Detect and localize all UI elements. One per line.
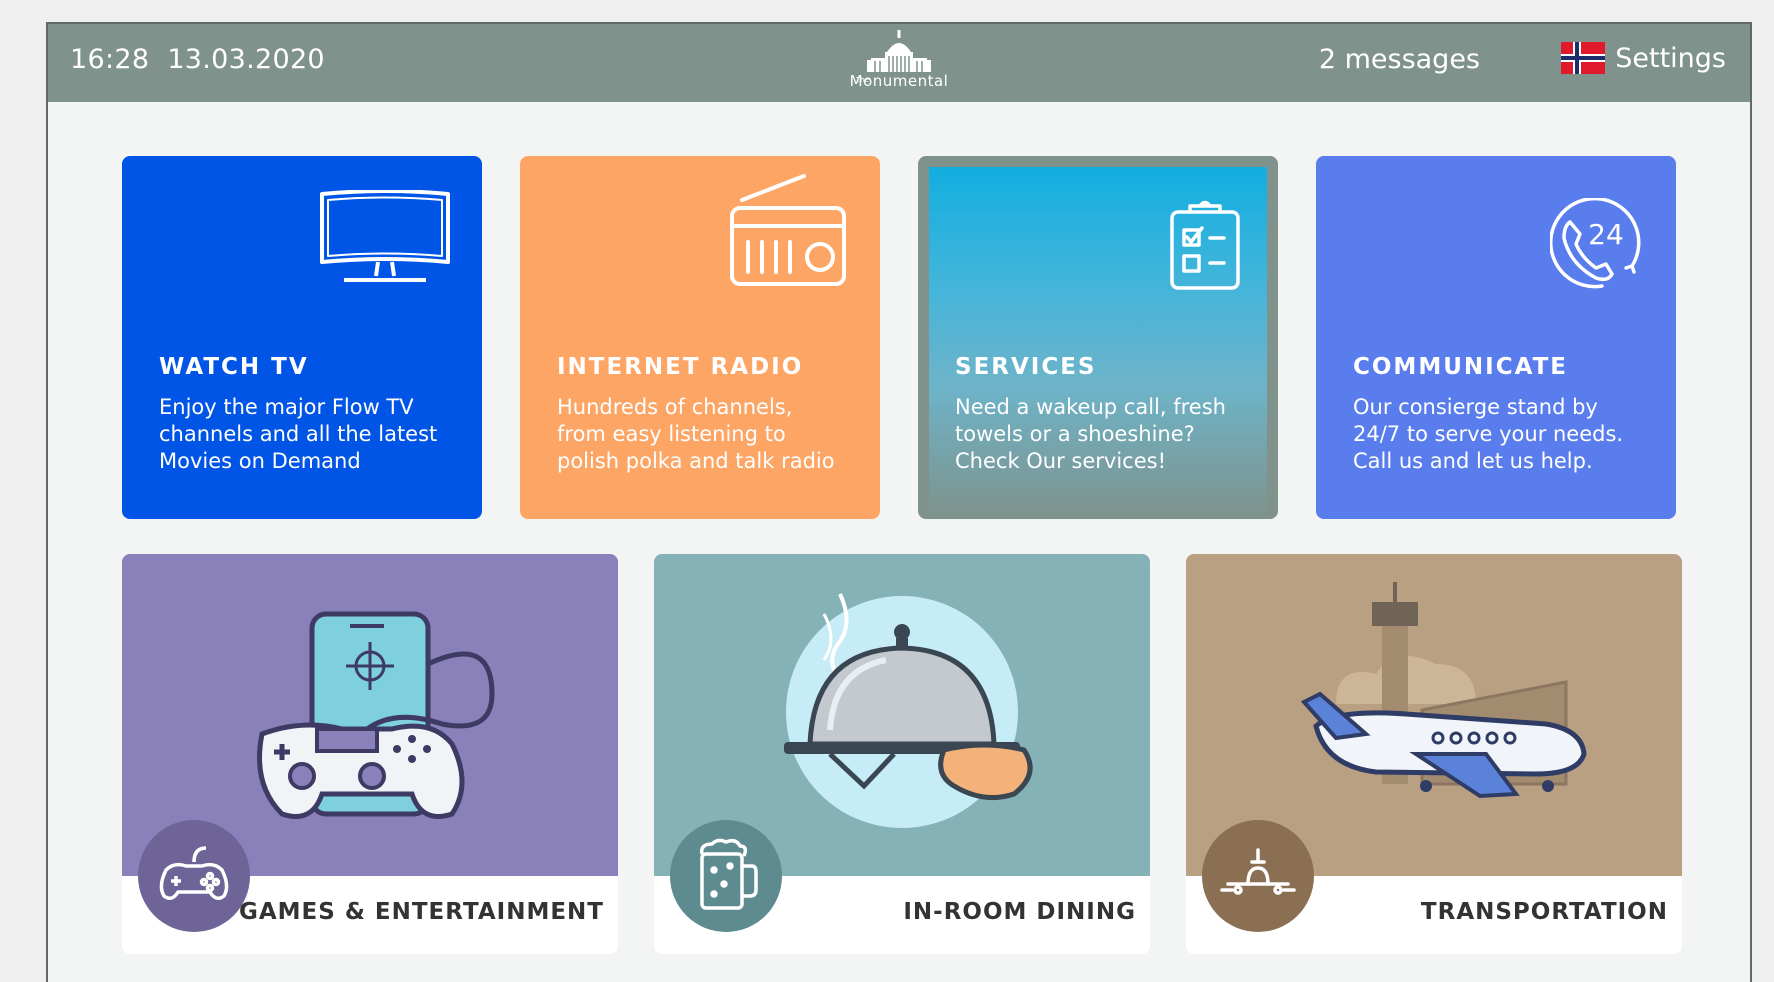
phone-24-icon: 24 xyxy=(1550,198,1641,289)
card-transportation[interactable]: TRANSPORTATION xyxy=(1186,554,1682,954)
tile-description: Hundreds of channels, from easy listenin… xyxy=(557,395,835,473)
settings-button[interactable]: Settings xyxy=(1561,42,1726,74)
badge-24-text: 24 xyxy=(1588,218,1624,251)
tile-title: INTERNET RADIO xyxy=(557,354,804,380)
palace-icon xyxy=(867,30,931,72)
tile-title: COMMUNICATE xyxy=(1353,354,1568,380)
hotel-logo: The Monumental xyxy=(844,30,954,90)
settings-label: Settings xyxy=(1615,42,1726,74)
norway-flag-icon xyxy=(1561,42,1606,74)
radio-icon xyxy=(730,174,846,286)
dining-badge xyxy=(670,820,782,932)
date-text: 13.03.2020 xyxy=(167,44,325,75)
card-label: GAMES & ENTERTAINMENT xyxy=(238,899,604,925)
card-label: TRANSPORTATION xyxy=(1420,899,1668,925)
card-label: IN-ROOM DINING xyxy=(903,899,1136,925)
top-bar: 16:28 13.03.2020 The Monumental 2 messag… xyxy=(48,24,1750,102)
clipboard-checklist-icon xyxy=(1170,200,1240,290)
tile-description: Need a wakeup call, fresh towels or a sh… xyxy=(955,395,1226,473)
tile-title: WATCH TV xyxy=(159,354,309,380)
plane-icon xyxy=(1220,848,1296,895)
beer-mug-icon xyxy=(699,838,758,910)
gamepad-icon xyxy=(159,846,229,900)
tile-description: Our consierge stand by 24/7 to serve you… xyxy=(1353,395,1624,473)
tile-watch-tv[interactable]: WATCH TV Enjoy the major Flow TV channel… xyxy=(122,156,482,519)
app-screen: 16:28 13.03.2020 The Monumental 2 messag… xyxy=(46,22,1752,982)
games-badge xyxy=(138,820,250,932)
transport-badge xyxy=(1202,820,1314,932)
card-games-entertainment[interactable]: GAMES & ENTERTAINMENT xyxy=(122,554,618,954)
tile-internet-radio[interactable]: INTERNET RADIO Hundreds of channels, fro… xyxy=(520,156,880,519)
messages-link[interactable]: 2 messages xyxy=(1319,44,1480,75)
clock: 16:28 13.03.2020 xyxy=(70,44,343,75)
tile-title: SERVICES xyxy=(955,354,1097,380)
tile-communicate[interactable]: 24 COMMUNICATE Our consierge stand by 24… xyxy=(1316,156,1676,519)
card-in-room-dining[interactable]: IN-ROOM DINING xyxy=(654,554,1150,954)
tv-icon xyxy=(320,190,450,282)
logo-small-text: The xyxy=(856,76,870,84)
tile-services[interactable]: SERVICES Need a wakeup call, fresh towel… xyxy=(918,156,1278,519)
time-text: 16:28 xyxy=(70,44,150,75)
tile-description: Enjoy the major Flow TV channels and all… xyxy=(159,395,438,473)
